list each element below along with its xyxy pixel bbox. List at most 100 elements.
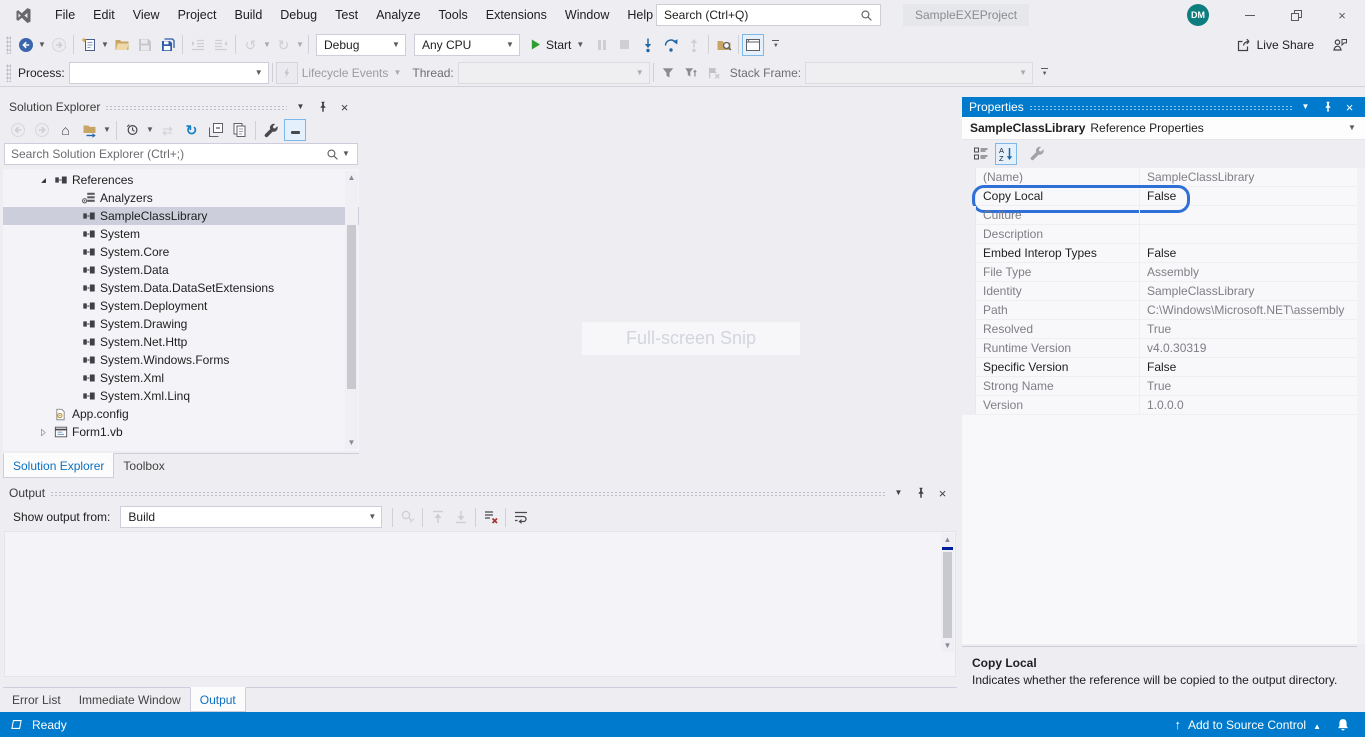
toolbar-overflow-button[interactable]: ▼ [764, 33, 787, 57]
property-row[interactable]: Resolved True [962, 320, 1357, 339]
refresh-icon[interactable]: ↻ [180, 118, 203, 142]
scroll-down-icon[interactable]: ▼ [345, 436, 358, 449]
tree-item[interactable]: System [3, 225, 359, 243]
tree-item[interactable]: System.Core [3, 243, 359, 261]
tree-item[interactable]: Form1.vb [3, 423, 359, 441]
property-row[interactable]: File Type Assembly [962, 263, 1357, 282]
start-caret-icon[interactable]: ▼ [575, 41, 585, 49]
menu-extensions[interactable]: Extensions [477, 0, 556, 30]
property-value[interactable] [1140, 225, 1357, 243]
tab-error-list[interactable]: Error List [3, 688, 70, 712]
step-into-button[interactable] [636, 33, 659, 57]
solution-explorer-toggle-button[interactable] [742, 34, 764, 56]
menu-window[interactable]: Window [556, 0, 618, 30]
scroll-thumb[interactable] [943, 552, 952, 638]
property-row[interactable]: Identity SampleClassLibrary [962, 282, 1357, 301]
tree-item[interactable]: References [3, 171, 359, 189]
dropdown-caret-icon[interactable]: ▼ [1347, 124, 1357, 132]
property-value[interactable]: 1.0.0.0 [1140, 396, 1357, 414]
toolbar-grip[interactable] [6, 36, 11, 54]
dropdown-caret-icon[interactable]: ▼ [391, 41, 401, 49]
start-debugging-button[interactable]: Start ▼ [524, 33, 590, 57]
dropdown-caret-icon[interactable]: ▼ [254, 69, 264, 77]
property-row[interactable]: Strong Name True [962, 377, 1357, 396]
close-button[interactable]: × [1319, 0, 1365, 30]
output-text-area[interactable] [4, 531, 956, 677]
menu-file[interactable]: File [46, 0, 84, 30]
close-icon[interactable]: × [934, 485, 951, 501]
property-value[interactable]: Assembly [1140, 263, 1357, 281]
property-row[interactable]: Copy Local False [962, 187, 1357, 206]
dropdown-caret-icon[interactable]: ▼ [367, 513, 377, 521]
account-avatar[interactable]: DM [1187, 4, 1209, 26]
categorized-view-icon[interactable] [969, 142, 992, 166]
tree-item[interactable]: System.Data.DataSetExtensions [3, 279, 359, 297]
tree-item[interactable]: System.Drawing [3, 315, 359, 333]
save-all-button[interactable] [156, 33, 179, 57]
new-project-caret-icon[interactable]: ▼ [100, 41, 110, 49]
properties-wrench-icon[interactable] [260, 118, 283, 142]
property-row[interactable]: Version 1.0.0.0 [962, 396, 1357, 415]
menu-edit[interactable]: Edit [84, 0, 124, 30]
new-project-button[interactable] [77, 33, 100, 57]
scroll-down-icon[interactable]: ▼ [941, 639, 954, 652]
solution-explorer-search-box[interactable]: Search Solution Explorer (Ctrl+;) ▼ [4, 143, 358, 165]
menu-build[interactable]: Build [225, 0, 271, 30]
properties-object-dropdown[interactable]: SampleClassLibrary Reference Properties … [962, 117, 1365, 140]
dropdown-caret-icon[interactable]: ▼ [505, 41, 515, 49]
pin-icon[interactable] [314, 99, 331, 115]
tab-immediate-window[interactable]: Immediate Window [70, 688, 190, 712]
search-icon[interactable] [860, 9, 873, 22]
preview-selected-items-button[interactable] [284, 119, 306, 141]
quick-search-box[interactable]: Search (Ctrl+Q) [656, 4, 881, 26]
toolbar-grip[interactable] [6, 64, 11, 82]
solution-configuration-dropdown[interactable]: Debug ▼ [316, 34, 406, 56]
properties-header[interactable]: Properties ▼ × [962, 97, 1365, 117]
output-header[interactable]: Output ▼ × [3, 483, 957, 503]
switch-views-caret-icon[interactable]: ▼ [102, 126, 112, 134]
scroll-thumb[interactable] [347, 225, 356, 389]
menu-tools[interactable]: Tools [430, 0, 477, 30]
add-to-source-control-button[interactable]: Add to Source Control [1188, 718, 1306, 732]
property-row[interactable]: Embed Interop Types False [962, 244, 1357, 263]
pin-icon[interactable] [912, 485, 929, 501]
solution-explorer-header[interactable]: Solution Explorer ▼ × [3, 97, 359, 117]
tree-item[interactable]: App.config [3, 405, 359, 423]
find-in-files-button[interactable] [712, 33, 735, 57]
toggle-word-wrap-icon[interactable] [509, 505, 532, 529]
step-over-button[interactable] [659, 33, 682, 57]
live-share-button[interactable]: Live Share [1236, 37, 1314, 53]
restore-button[interactable] [1273, 0, 1319, 30]
process-dropdown[interactable]: ▼ [69, 62, 269, 84]
property-value[interactable]: v4.0.30319 [1140, 339, 1357, 357]
pin-icon[interactable] [1319, 99, 1336, 115]
property-row[interactable]: Specific Version False [962, 358, 1357, 377]
tree-item[interactable]: System.Deployment [3, 297, 359, 315]
property-value[interactable]: True [1140, 320, 1357, 338]
show-all-files-icon[interactable] [228, 118, 251, 142]
tree-expander-icon[interactable] [37, 175, 49, 186]
switch-views-icon[interactable] [78, 118, 101, 142]
show-threads-flagged-icon[interactable] [657, 61, 680, 85]
window-position-caret-icon[interactable]: ▼ [890, 485, 907, 501]
menu-test[interactable]: Test [326, 0, 367, 30]
property-row[interactable]: Runtime Version v4.0.30319 [962, 339, 1357, 358]
close-icon[interactable]: × [336, 99, 353, 115]
tab-solution-explorer[interactable]: Solution Explorer [3, 453, 114, 478]
property-value[interactable]: SampleClassLibrary [1140, 168, 1357, 186]
property-value[interactable]: C:\Windows\Microsoft.NET\assembly [1140, 301, 1357, 319]
tree-item[interactable]: System.Data [3, 261, 359, 279]
property-value[interactable]: SampleClassLibrary [1140, 282, 1357, 300]
output-scrollbar[interactable]: ▲ ▼ [941, 533, 954, 652]
pending-changes-caret-icon[interactable]: ▼ [145, 126, 155, 134]
search-options-caret-icon[interactable]: ▼ [341, 150, 351, 158]
navigate-back-caret-icon[interactable]: ▼ [37, 41, 47, 49]
open-file-button[interactable] [110, 33, 133, 57]
collapse-all-icon[interactable] [204, 118, 227, 142]
tree-expander-icon[interactable] [37, 427, 49, 438]
send-feedback-button[interactable] [1328, 33, 1351, 57]
output-source-dropdown[interactable]: Build ▼ [120, 506, 382, 528]
property-row[interactable]: (Name) SampleClassLibrary [962, 168, 1357, 187]
scroll-up-icon[interactable]: ▲ [345, 171, 358, 184]
property-row[interactable]: Path C:\Windows\Microsoft.NET\assembly [962, 301, 1357, 320]
